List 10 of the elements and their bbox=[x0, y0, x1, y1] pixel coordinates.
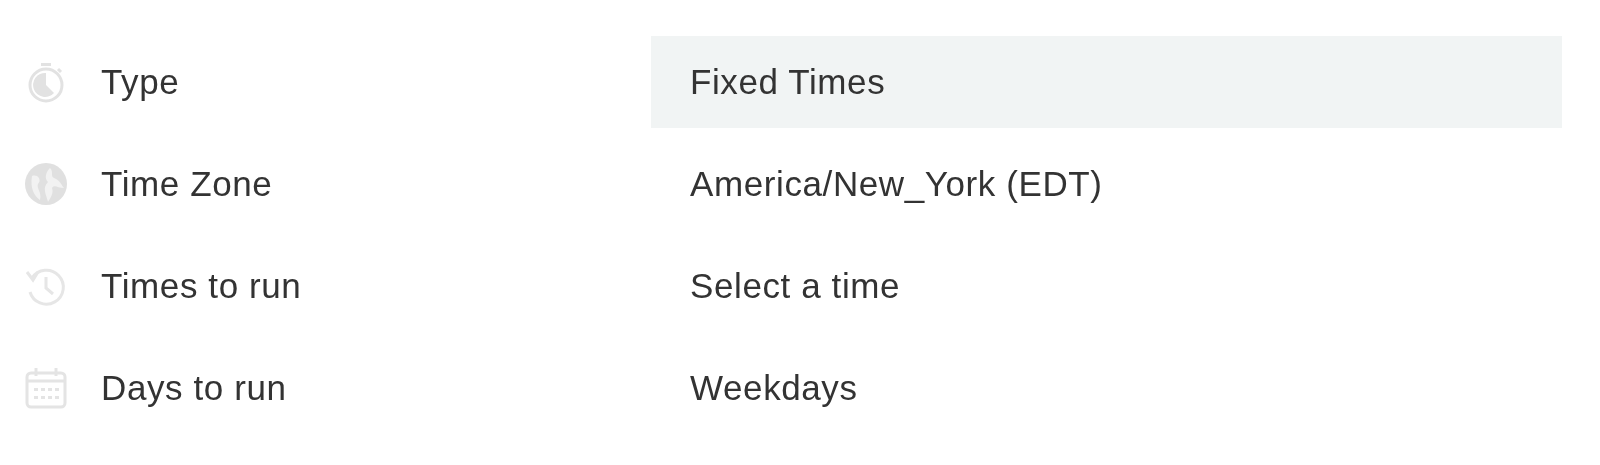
setting-value[interactable]: Select a time bbox=[651, 240, 1562, 332]
setting-label: Days to run bbox=[101, 368, 287, 408]
globe-icon bbox=[24, 162, 68, 206]
setting-label: Type bbox=[101, 62, 180, 102]
setting-value[interactable]: Fixed Times bbox=[651, 36, 1562, 128]
calendar-icon bbox=[24, 366, 68, 410]
setting-value[interactable]: America/New_York (EDT) bbox=[651, 138, 1562, 230]
setting-label: Times to run bbox=[101, 266, 302, 306]
setting-value[interactable]: Weekdays bbox=[651, 342, 1562, 434]
setting-label: Time Zone bbox=[101, 164, 273, 204]
